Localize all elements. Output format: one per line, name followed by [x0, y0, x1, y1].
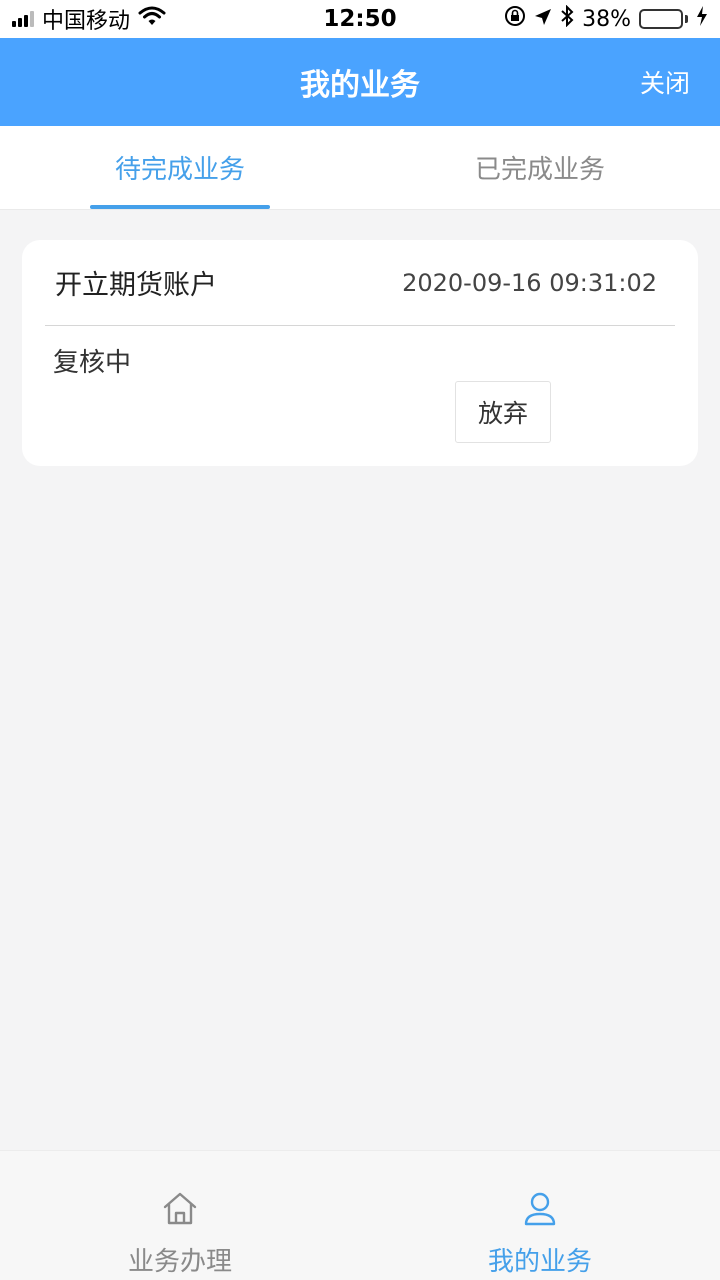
bluetooth-icon — [560, 4, 574, 33]
tab-bar: 待完成业务 已完成业务 — [0, 126, 720, 210]
user-icon — [520, 1189, 560, 1229]
status-bar: 中国移动 12:50 38% — [0, 0, 720, 38]
carrier-name: 中国移动 — [42, 9, 131, 34]
close-button[interactable]: 关闭 — [640, 64, 690, 100]
signal-icon — [12, 11, 34, 27]
nav-bar: 我的业务 关闭 — [0, 38, 720, 126]
charging-icon — [696, 6, 708, 32]
page-title: 我的业务 — [300, 68, 420, 103]
wifi-icon — [138, 6, 166, 32]
battery-percent: 38% — [582, 6, 631, 32]
location-icon — [534, 7, 552, 32]
tabbar-label-business: 业务办理 — [127, 1247, 232, 1277]
business-card-header: 开立期货账户 2020-09-16 09:31:02 — [45, 240, 675, 326]
business-time: 2020-09-16 09:31:02 — [402, 268, 657, 297]
business-card: 开立期货账户 2020-09-16 09:31:02 复核中 放弃 — [22, 240, 698, 466]
status-left: 中国移动 — [12, 3, 166, 35]
tab-pending[interactable]: 待完成业务 — [0, 126, 360, 209]
bottom-tabbar: 业务办理 我的业务 — [0, 1150, 720, 1280]
tabbar-item-business[interactable]: 业务办理 — [0, 1151, 360, 1280]
tabbar-label-my-business: 我的业务 — [487, 1247, 592, 1277]
tabbar-item-my-business[interactable]: 我的业务 — [360, 1151, 720, 1280]
status-right: 38% — [504, 4, 708, 33]
business-title: 开立期货账户 — [55, 270, 217, 301]
home-icon — [160, 1189, 200, 1229]
tab-completed[interactable]: 已完成业务 — [360, 126, 720, 209]
abandon-button[interactable]: 放弃 — [455, 381, 551, 443]
business-status: 复核中 — [53, 348, 132, 378]
active-tab-indicator — [90, 205, 270, 209]
battery-icon — [639, 9, 688, 29]
tab-pending-label: 待完成业务 — [114, 155, 245, 185]
tab-completed-label: 已完成业务 — [474, 155, 605, 185]
orientation-lock-icon — [504, 5, 526, 33]
